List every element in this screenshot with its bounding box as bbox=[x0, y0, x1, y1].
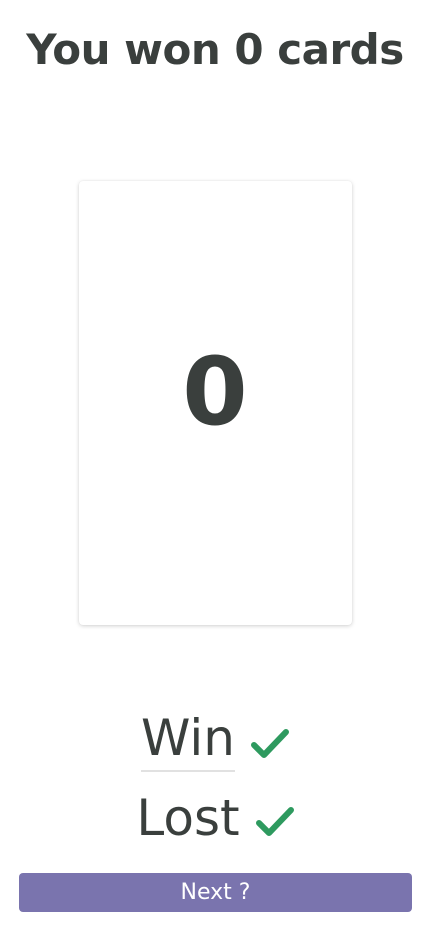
card-value: 0 bbox=[182, 338, 248, 447]
checkmark-icon bbox=[255, 806, 294, 838]
next-button[interactable]: Next ? bbox=[19, 873, 412, 912]
lost-label: Lost bbox=[136, 789, 240, 847]
page-title: You won 0 cards bbox=[26, 25, 404, 74]
lost-row[interactable]: Lost bbox=[0, 786, 430, 850]
win-row[interactable]: Win bbox=[0, 708, 430, 772]
checkmark-icon bbox=[250, 728, 289, 760]
win-label: Win bbox=[141, 708, 235, 772]
